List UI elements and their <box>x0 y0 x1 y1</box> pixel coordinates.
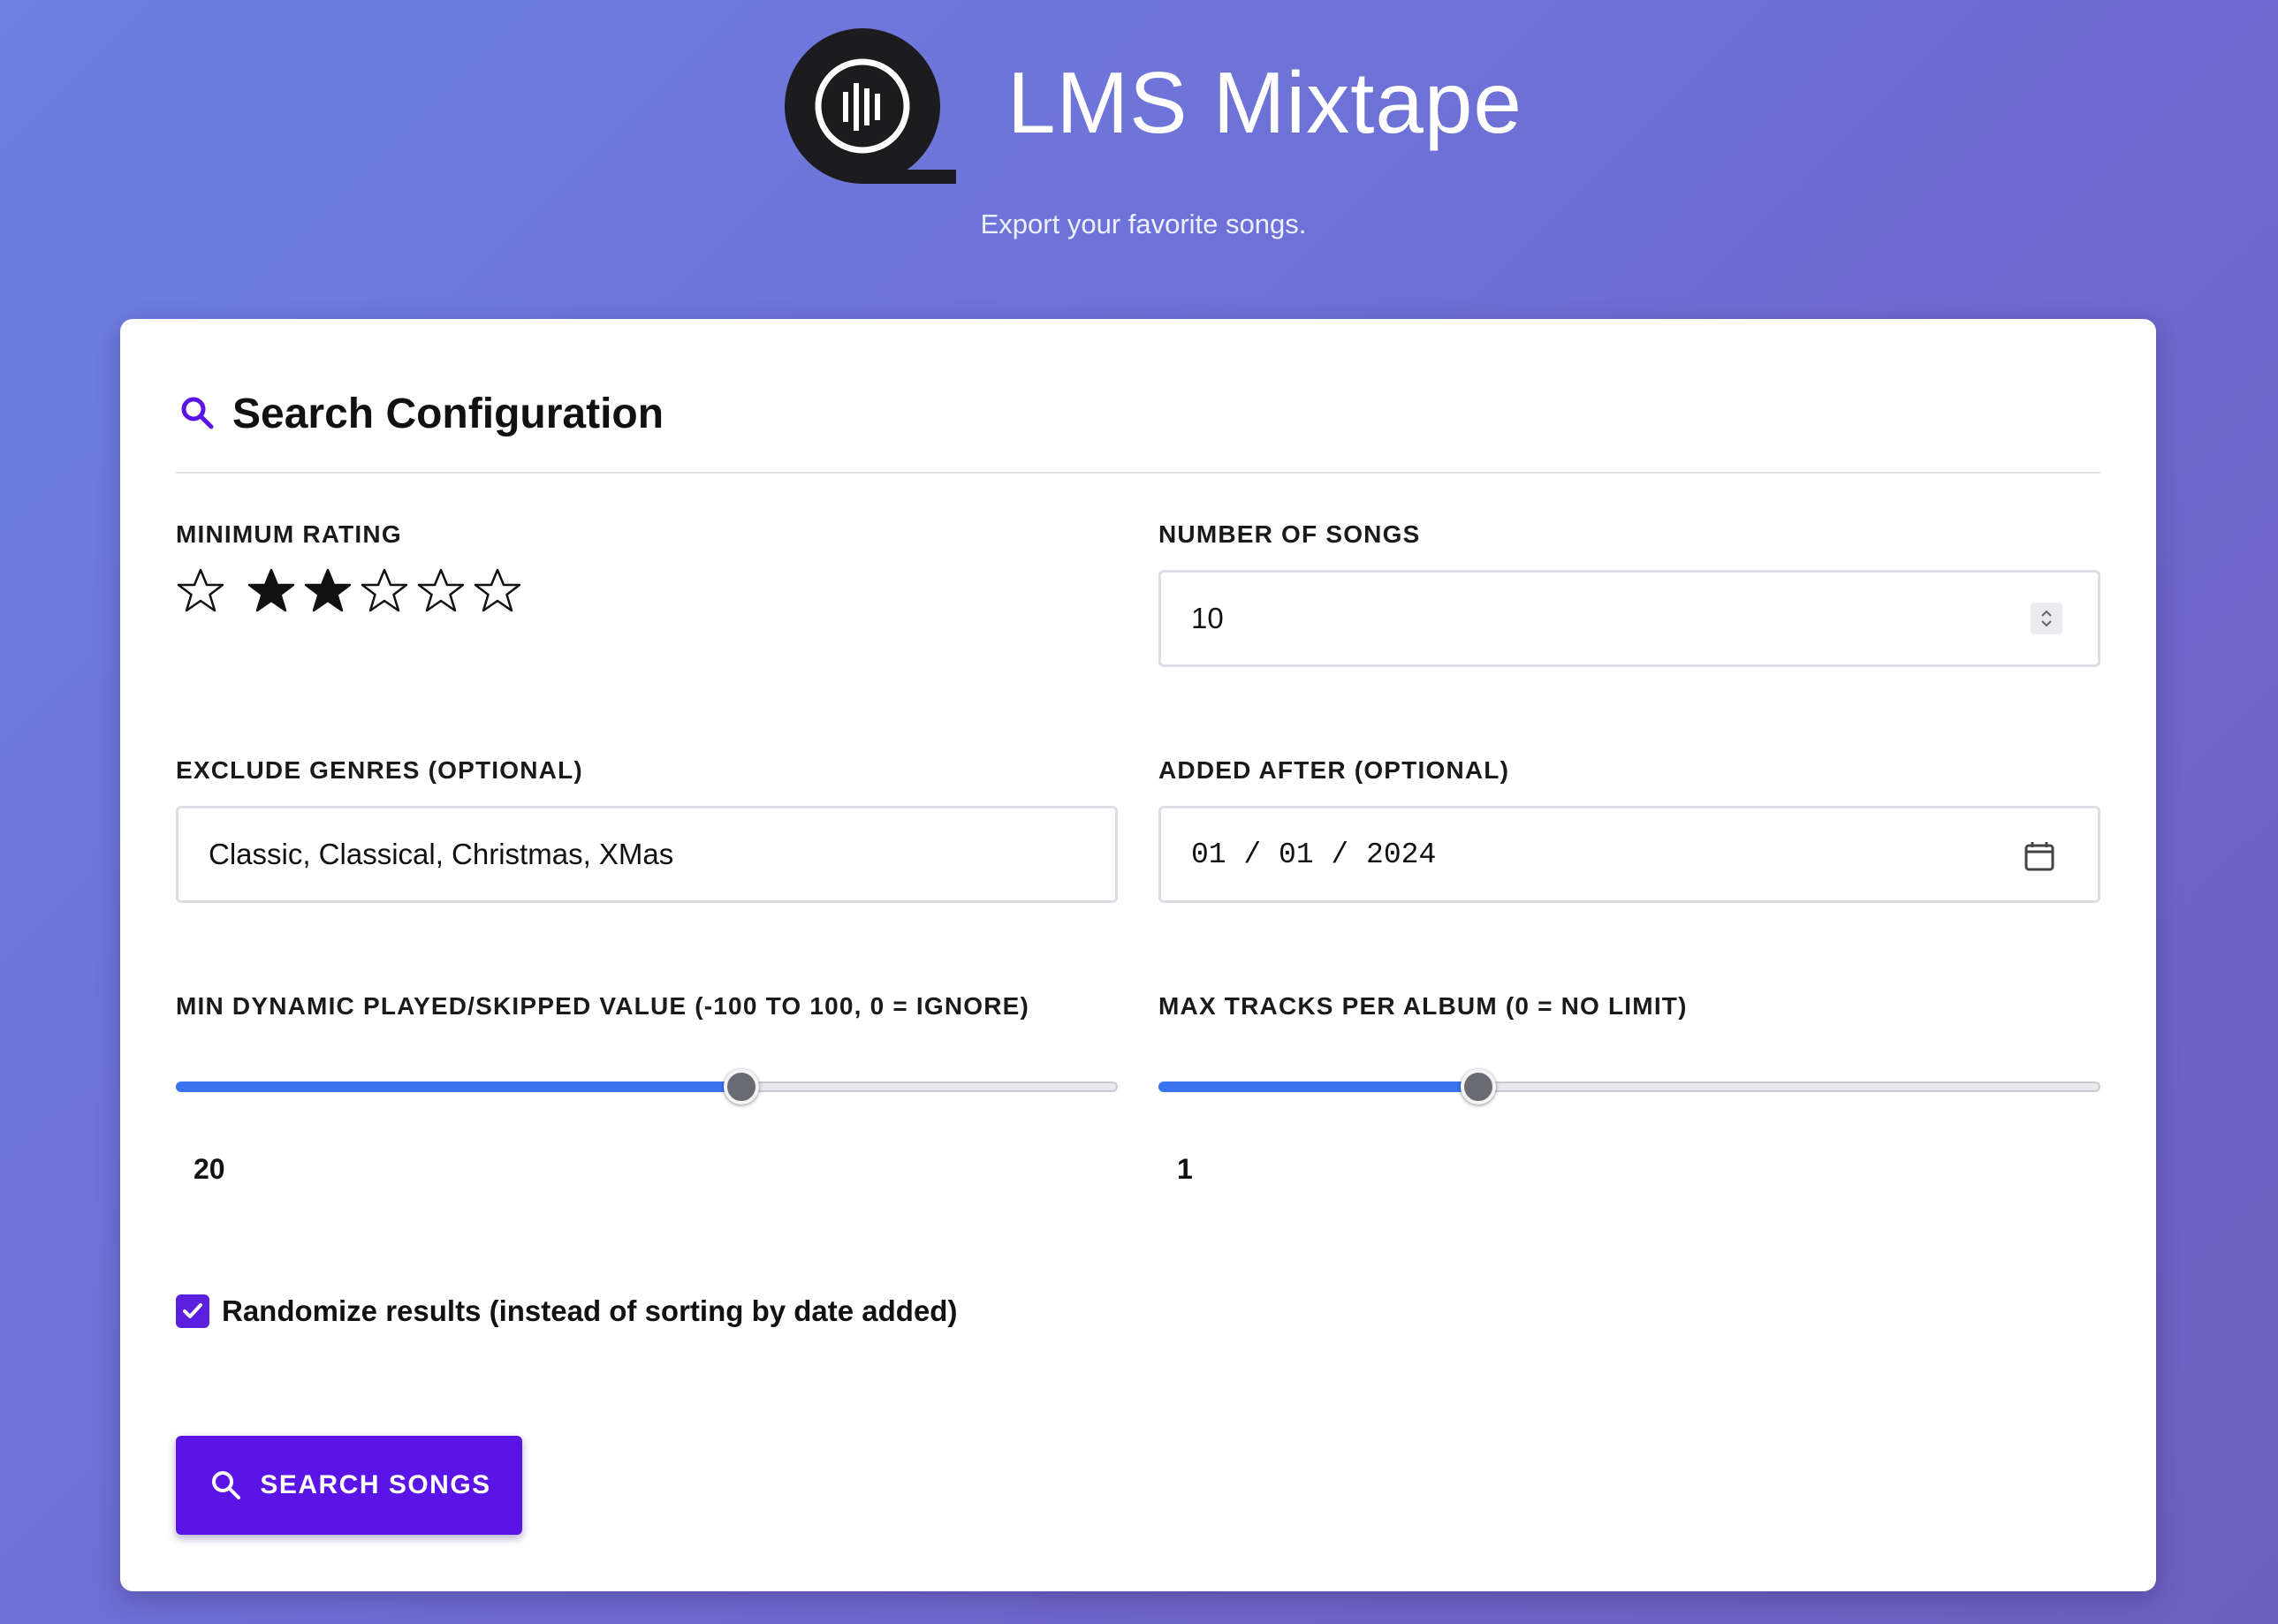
num-songs-label: NUMBER OF SONGS <box>1158 520 1421 548</box>
exclude-genres-label: EXCLUDE GENRES (OPTIONAL) <box>176 756 583 784</box>
exclude-genres-field[interactable] <box>176 806 1118 903</box>
slider-thumb[interactable] <box>723 1069 759 1104</box>
search-songs-label: SEARCH SONGS <box>260 1470 491 1499</box>
app-header: LMS Mixtape Export your favorite songs. <box>0 0 2278 300</box>
randomize-checkbox[interactable] <box>176 1294 209 1328</box>
divider <box>176 472 2100 474</box>
min-rating-stars[interactable] <box>176 566 522 616</box>
added-after-date-value[interactable]: 01 / 01 / 2024 <box>1191 839 1436 871</box>
search-icon <box>212 1471 241 1499</box>
number-spinner[interactable] <box>2031 603 2062 634</box>
card-header: Search Configuration <box>176 383 664 444</box>
max-tracks-album-slider[interactable] <box>1158 1069 2100 1104</box>
star-4-empty-icon[interactable] <box>416 566 466 616</box>
spinner-arrows-icon <box>2041 610 2052 627</box>
star-0-empty-icon[interactable] <box>176 566 225 616</box>
card-title: Search Configuration <box>232 390 664 437</box>
star-2-filled-icon[interactable] <box>303 566 353 616</box>
randomize-label[interactable]: Randomize results (instead of sorting by… <box>222 1294 957 1328</box>
search-icon <box>181 397 214 429</box>
star-3-empty-icon[interactable] <box>360 566 409 616</box>
min-rating-label: MINIMUM RATING <box>176 520 402 548</box>
added-after-field[interactable]: 01 / 01 / 2024 <box>1158 806 2100 903</box>
app-logo <box>785 28 956 184</box>
app-tagline: Export your favorite songs. <box>980 209 1307 239</box>
star-1-filled-icon[interactable] <box>247 566 296 616</box>
slider-fill <box>1158 1081 1479 1092</box>
app-title: LMS Mixtape <box>1007 54 1522 151</box>
num-songs-field[interactable] <box>1158 570 2100 667</box>
search-configuration-card: Search Configuration MINIMUM RATING NUMB… <box>120 319 2156 1591</box>
dynamic-played-value: 20 <box>194 1153 225 1185</box>
slider-thumb[interactable] <box>1461 1069 1497 1104</box>
star-5-empty-icon[interactable] <box>473 566 522 616</box>
max-tracks-album-label: MAX TRACKS PER ALBUM (0 = NO LIMIT) <box>1158 992 1688 1020</box>
max-tracks-album-value: 1 <box>1177 1153 1193 1185</box>
slider-fill <box>176 1081 741 1092</box>
randomize-option[interactable]: Randomize results (instead of sorting by… <box>176 1294 957 1328</box>
exclude-genres-input[interactable] <box>209 838 1115 871</box>
dynamic-played-slider[interactable] <box>176 1069 1118 1104</box>
search-songs-button[interactable]: SEARCH SONGS <box>176 1436 522 1535</box>
num-songs-input[interactable] <box>1191 602 2098 635</box>
added-after-label: ADDED AFTER (OPTIONAL) <box>1158 756 1510 784</box>
dynamic-played-label: MIN DYNAMIC PLAYED/SKIPPED VALUE (-100 T… <box>176 992 1030 1020</box>
calendar-icon[interactable] <box>2022 839 2057 874</box>
checkmark-icon <box>183 1303 202 1318</box>
